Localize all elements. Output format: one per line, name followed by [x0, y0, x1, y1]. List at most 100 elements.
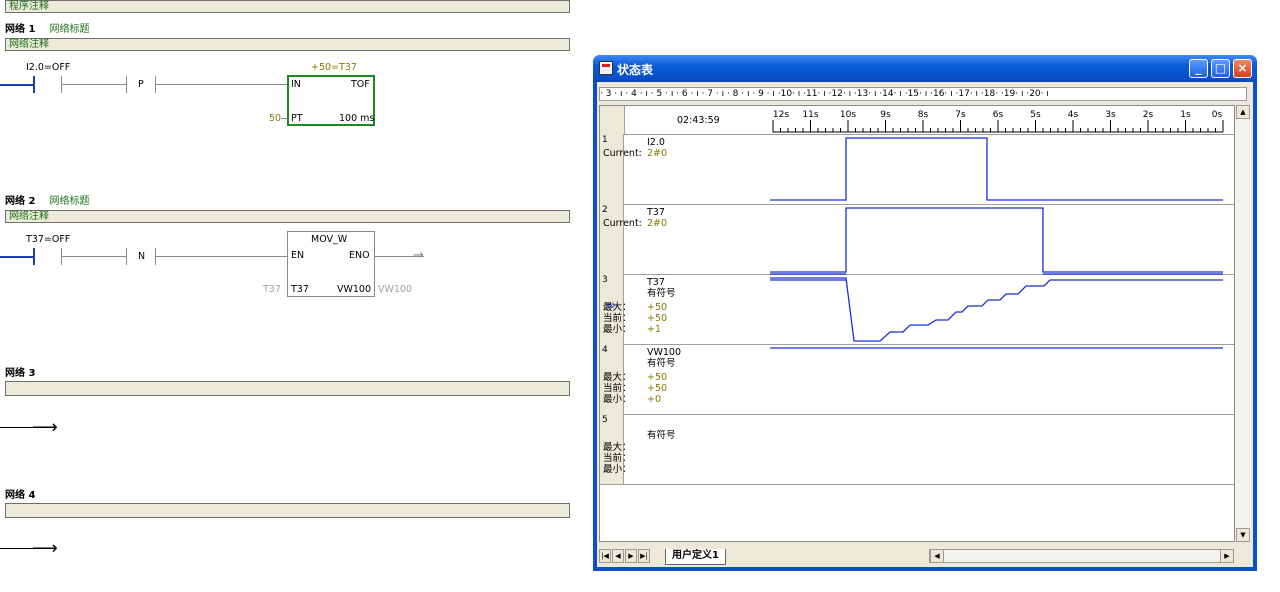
- time-tick-label: 2s: [1143, 110, 1154, 120]
- horizontal-scrollbar[interactable]: ◀ ▶: [929, 549, 1234, 563]
- column-ruler[interactable]: · 3 · ı · 4 · ı · 5 · ı · 6 · ı · 7 · ı …: [599, 87, 1247, 101]
- time-tick-label: 1s: [1180, 110, 1191, 120]
- time-axis-ticks: 12s 11s 10s 9s 8s 7s 6s 5s 4s 3s 2s 1s 0s: [772, 110, 1224, 133]
- network-2-comment-bar[interactable]: 网络注释: [5, 210, 570, 223]
- network-1-title: 网络标题: [49, 24, 90, 35]
- row-value[interactable]: 2#0: [647, 218, 667, 229]
- time-tick-label: 12s: [773, 110, 789, 120]
- coil-arrow-icon: →: [413, 248, 424, 263]
- row-value[interactable]: +1: [647, 324, 661, 335]
- row-format[interactable]: 有符号: [647, 358, 676, 369]
- row-value[interactable]: 2#0: [647, 148, 667, 159]
- row-value-label: 当前：: [603, 313, 632, 324]
- trace-t37-bit: [770, 207, 1223, 273]
- current-row-arrow-icon: ⇨: [606, 298, 617, 312]
- network-1-comment-bar[interactable]: 网络注释: [5, 38, 570, 51]
- rung-end-arrow-icon: ⟶: [32, 538, 58, 559]
- row-address[interactable]: T37: [647, 277, 665, 288]
- time-tick-label: 8s: [918, 110, 929, 120]
- scroll-down-icon[interactable]: ▼: [1236, 528, 1250, 542]
- header-row: 02:43:59 12s 11s 10s 9s 8s 7s 6s 5s 4s 3s 2s 1s 0s: [600, 106, 1234, 135]
- n-contact-label[interactable]: N: [138, 251, 145, 262]
- row-value-label: 最大：: [603, 372, 632, 383]
- contact-1-left-bar: [33, 76, 35, 93]
- bottom-bar: |◀ ◀ ▶ ▶| 用户定义1 ◀ ▶: [599, 549, 1251, 565]
- row-value[interactable]: +50: [647, 372, 667, 383]
- vertical-scrollbar[interactable]: ▲ ▼: [1235, 105, 1251, 542]
- wire: [156, 256, 287, 257]
- time-tick-label: 10s: [840, 110, 856, 120]
- contact-2-left-bar: [33, 248, 35, 265]
- trace-t37-value: [770, 277, 1223, 342]
- program-comment-bar[interactable]: 程序注释: [5, 0, 570, 13]
- trend-chart: [770, 137, 1223, 349]
- scroll-left-icon[interactable]: ◀: [930, 549, 944, 563]
- current-time: 02:43:59: [677, 115, 720, 126]
- row-number[interactable]: 1: [600, 134, 624, 204]
- contact-2-address[interactable]: T37=OFF: [26, 234, 70, 245]
- first-tab-icon[interactable]: |◀: [599, 549, 611, 563]
- window-titlebar[interactable]: 状态表 _ □ ×: [593, 55, 1257, 82]
- minimize-button[interactable]: _: [1189, 59, 1208, 78]
- p-contact-label[interactable]: P: [138, 79, 144, 90]
- time-tick-label: 7s: [955, 110, 966, 120]
- contact-1-address[interactable]: I2.0=OFF: [26, 62, 70, 73]
- time-tick-label: 3s: [1105, 110, 1116, 120]
- network-2-header[interactable]: 网络 2 网络标题: [5, 192, 89, 207]
- network-3-label: 网络 3: [5, 368, 36, 379]
- tof-type: TOF: [351, 79, 370, 90]
- time-tick-label: 9s: [880, 110, 891, 120]
- row-value[interactable]: +50: [647, 302, 667, 313]
- trend-time-axis: 12s 11s 10s 9s 8s 7s 6s 5s 4s 3s 2s 1s 0s: [770, 106, 1226, 134]
- row-address[interactable]: T37: [647, 207, 665, 218]
- network-3-header[interactable]: 网络 3: [5, 364, 35, 379]
- status-chart-grid: 02:43:59 12s 11s 10s 9s 8s 7s 6s 5s 4s 3s 2s 1s 0s 1…: [599, 105, 1235, 542]
- row-format[interactable]: 有符号: [647, 430, 676, 441]
- status-chart-window: 状态表 _ □ × · 3 · ı · 4 · ı · 5 · ı · 6 · …: [593, 55, 1257, 571]
- next-tab-icon[interactable]: ▶: [625, 549, 637, 563]
- network-1-label: 网络 1: [5, 24, 36, 35]
- network-4-header[interactable]: 网络 4: [5, 486, 35, 501]
- scroll-up-icon[interactable]: ▲: [1236, 105, 1250, 119]
- maximize-button[interactable]: □: [1211, 59, 1230, 78]
- program-comment: 程序注释: [9, 1, 49, 12]
- row-value-label: Current:: [603, 148, 642, 159]
- row-number[interactable]: 2: [600, 204, 624, 274]
- scroll-right-icon[interactable]: ▶: [1220, 549, 1234, 563]
- wire: [156, 84, 287, 85]
- network-3-comment-bar[interactable]: [5, 381, 570, 396]
- tof-param[interactable]: +50=T37: [311, 62, 357, 73]
- power-rail-2: [0, 256, 34, 258]
- row-value[interactable]: +50: [647, 313, 667, 324]
- mov-w-in-address[interactable]: T37: [263, 284, 281, 295]
- window-title: 状态表: [617, 63, 654, 77]
- time-tick-label: 5s: [1030, 110, 1041, 120]
- row-address[interactable]: VW100: [647, 347, 681, 358]
- network-2-label: 网络 2: [5, 196, 36, 207]
- close-button[interactable]: ×: [1233, 59, 1252, 78]
- network-1-header[interactable]: 网络 1 网络标题: [5, 20, 89, 35]
- time-tick-label: 0s: [1212, 110, 1223, 120]
- network-4-comment-bar[interactable]: [5, 503, 570, 518]
- prev-tab-icon[interactable]: ◀: [612, 549, 624, 563]
- row-format[interactable]: 有符号: [647, 288, 676, 299]
- row-value[interactable]: +50: [647, 383, 667, 394]
- row-value-label: Current:: [603, 218, 642, 229]
- time-tick-label: 4s: [1068, 110, 1079, 120]
- row-value[interactable]: +0: [647, 394, 661, 405]
- row-value-label: 最大：: [603, 442, 632, 453]
- wire: [62, 256, 126, 257]
- row-value-label: 最小：: [603, 464, 632, 475]
- rung-end-arrow-icon: ⟶: [32, 417, 58, 438]
- tab-user-defined-1[interactable]: 用户定义1: [665, 549, 726, 565]
- tof-pt-value[interactable]: 50: [269, 113, 281, 124]
- mov-w-eno: ENO: [349, 250, 370, 261]
- wire: [281, 118, 287, 119]
- row-value-label: 当前：: [603, 453, 632, 464]
- network-2-comment: 网络注释: [9, 211, 49, 222]
- mov-w-out-address[interactable]: VW100: [378, 284, 412, 295]
- last-tab-icon[interactable]: ▶|: [638, 549, 650, 563]
- row-value-label: 最小：: [603, 324, 632, 335]
- row-address[interactable]: I2.0: [647, 137, 665, 148]
- network-4-label: 网络 4: [5, 490, 36, 501]
